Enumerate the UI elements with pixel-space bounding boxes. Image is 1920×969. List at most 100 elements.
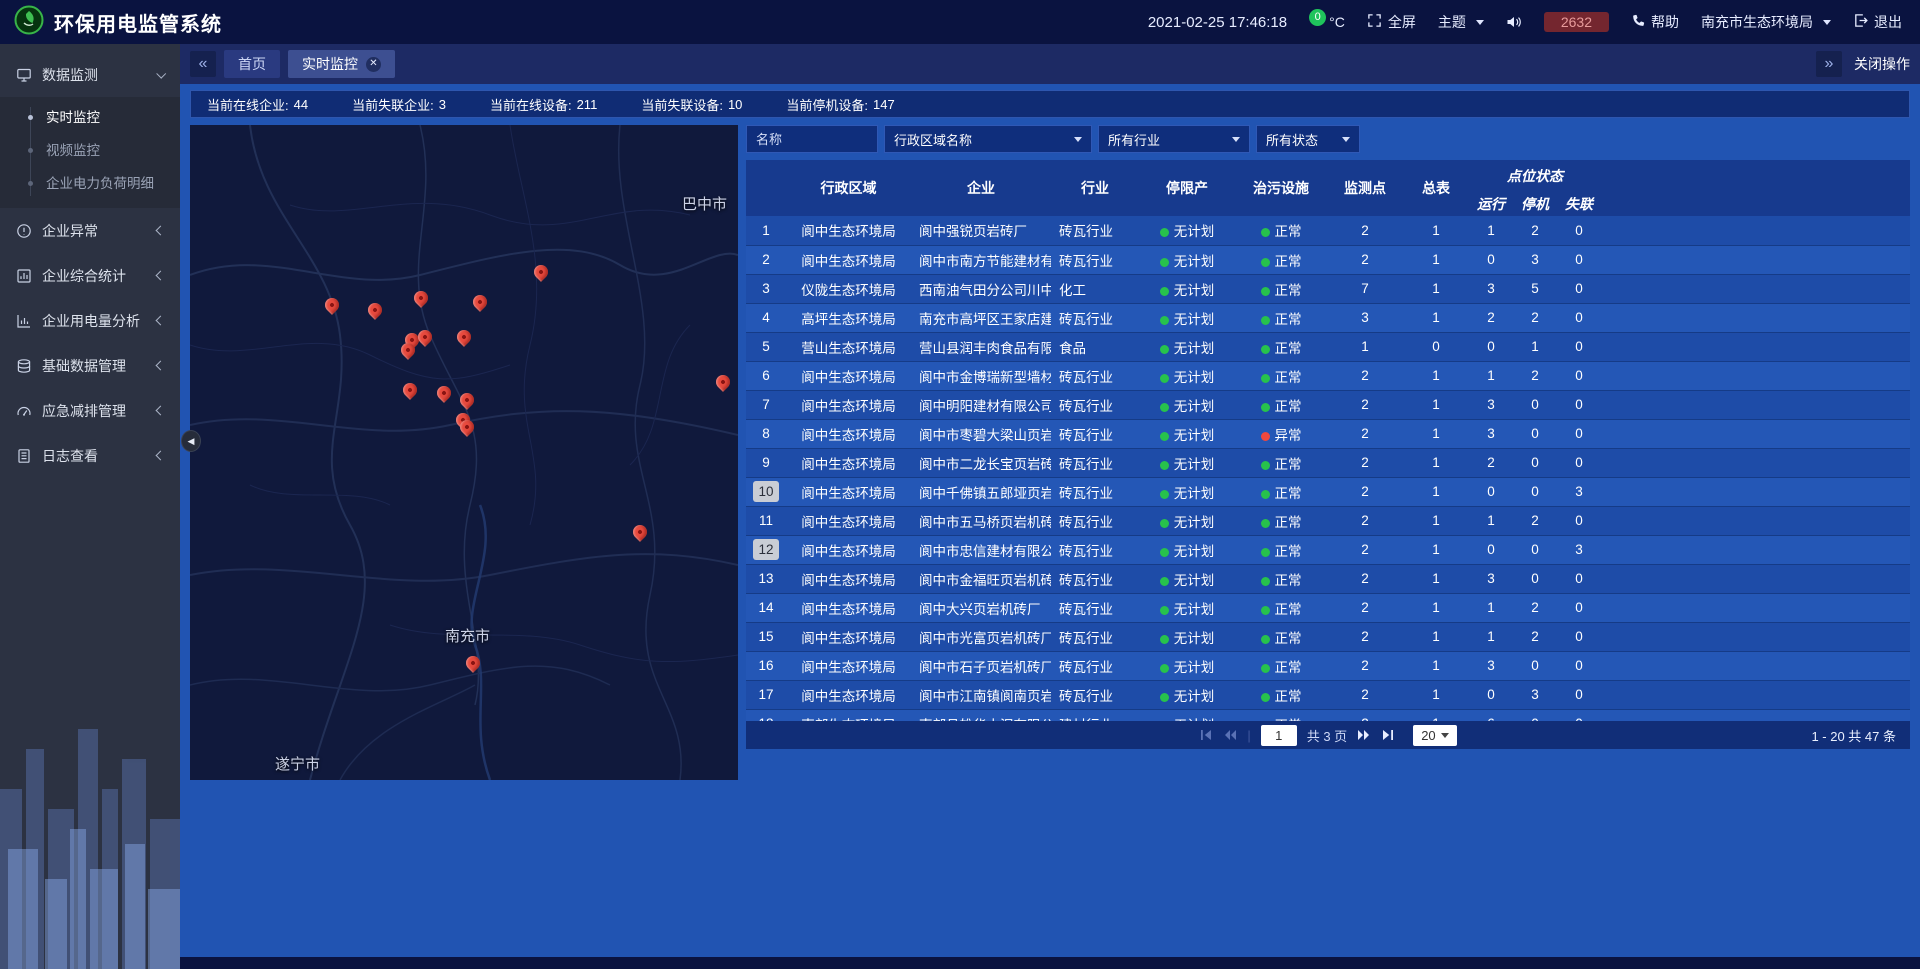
- logout-button[interactable]: 退出: [1853, 12, 1902, 32]
- sidebar-section-power-usage-analysis[interactable]: 企业用电量分析: [0, 298, 180, 343]
- table-row[interactable]: 18南部生态环境局南部县雄华水泥有限公建材行业无计划正常21600: [746, 709, 1910, 721]
- table-row[interactable]: 7阆中生态环境局阆中明阳建材有限公司砖瓦行业无计划正常21300: [746, 390, 1910, 419]
- sidebar-item-power-load-detail[interactable]: 企业电力负荷明细: [0, 167, 180, 200]
- map-pin[interactable]: [457, 330, 471, 344]
- theme-dropdown[interactable]: 主题: [1438, 12, 1484, 32]
- sidebar-section-log-view[interactable]: 日志查看: [0, 433, 180, 478]
- table-row[interactable]: 10阆中生态环境局阆中千佛镇五郎垭页岩砖瓦行业无计划正常21003: [746, 477, 1910, 506]
- sidebar-item-label: 实时监控: [46, 110, 100, 125]
- status-dot-icon: [1261, 519, 1270, 528]
- table-row[interactable]: 8阆中生态环境局阆中市枣碧大梁山页岩砖瓦行业无计划异常21300: [746, 419, 1910, 448]
- tab-realtime-monitor[interactable]: 实时监控 ✕: [288, 50, 395, 78]
- sidebar-section-enterprise-abnormal[interactable]: 企业异常: [0, 208, 180, 253]
- map-pin[interactable]: [403, 383, 417, 397]
- sidebar-section-data-monitoring[interactable]: 数据监测: [0, 52, 180, 97]
- table-row[interactable]: 14阆中生态环境局阆中大兴页岩机砖厂砖瓦行业无计划正常21120: [746, 593, 1910, 622]
- row-number: 15: [753, 626, 778, 647]
- map-pin[interactable]: [437, 386, 451, 400]
- last-page-button[interactable]: [1381, 729, 1395, 741]
- cell-meters: 1: [1403, 535, 1469, 564]
- first-page-button[interactable]: [1199, 729, 1213, 741]
- tab-close-icon[interactable]: ✕: [366, 57, 381, 72]
- table-row[interactable]: 1阆中生态环境局阆中强锐页岩砖厂砖瓦行业无计划正常21120: [746, 216, 1910, 245]
- prev-page-button[interactable]: [1223, 729, 1237, 741]
- cell-restriction: 无计划: [1139, 245, 1235, 274]
- map-pin[interactable]: [466, 656, 480, 670]
- cell-restriction: 无计划: [1139, 709, 1235, 721]
- table-row[interactable]: 16阆中生态环境局阆中市石子页岩机砖厂砖瓦行业无计划正常21300: [746, 651, 1910, 680]
- sidebar-item-video-monitor[interactable]: 视频监控: [0, 134, 180, 167]
- table-row[interactable]: 2阆中生态环境局阆中市南方节能建材有砖瓦行业无计划正常21030: [746, 245, 1910, 274]
- map-pin[interactable]: [460, 393, 474, 407]
- org-label: 南充市生态环境局: [1701, 12, 1813, 32]
- map-pin[interactable]: [368, 303, 382, 317]
- tabs-scroll-left-button[interactable]: «: [190, 51, 216, 77]
- cell-region: 仪陇生态环境局: [786, 274, 911, 303]
- map-pin[interactable]: [401, 343, 415, 357]
- cell-restriction: 无计划: [1139, 680, 1235, 709]
- cell-facility: 正常: [1235, 303, 1327, 332]
- fullscreen-button[interactable]: 全屏: [1367, 12, 1416, 32]
- row-number: 17: [753, 684, 778, 705]
- close-operations-button[interactable]: 关闭操作: [1854, 54, 1910, 74]
- table-row[interactable]: 3仪陇生态环境局西南油气田分公司川中化工无计划正常71350: [746, 274, 1910, 303]
- table-row[interactable]: 6阆中生态环境局阆中市金博瑞新型墙材砖瓦行业无计划正常21120: [746, 361, 1910, 390]
- cell-index: 3: [746, 274, 786, 303]
- row-number: 10: [753, 481, 778, 502]
- table-row[interactable]: 4高坪生态环境局南充市高坪区王家店建砖瓦行业无计划正常31220: [746, 303, 1910, 332]
- map-pin[interactable]: [534, 265, 548, 279]
- next-page-button[interactable]: [1357, 729, 1371, 741]
- map-pin[interactable]: [460, 420, 474, 434]
- cell-monitors: 2: [1327, 216, 1403, 245]
- cell-industry: 砖瓦行业: [1051, 651, 1139, 680]
- name-filter-input[interactable]: [746, 125, 878, 153]
- status-filter-select[interactable]: 所有状态: [1256, 125, 1360, 153]
- page-size-select[interactable]: 20: [1413, 725, 1456, 746]
- map-panel[interactable]: 巴中市南充市遂宁市 ◀: [190, 125, 738, 780]
- speaker-icon[interactable]: [1506, 15, 1522, 29]
- tab-home[interactable]: 首页: [224, 50, 280, 78]
- cell-run: 0: [1469, 680, 1513, 709]
- map-pin[interactable]: [414, 291, 428, 305]
- org-dropdown[interactable]: 南充市生态环境局: [1701, 12, 1831, 32]
- sidebar-section-base-data-management[interactable]: 基础数据管理: [0, 343, 180, 388]
- row-number: 4: [757, 307, 775, 328]
- sidebar-section-label: 企业综合统计: [42, 266, 126, 286]
- table-row[interactable]: 12阆中生态环境局阆中市忠信建材有限公砖瓦行业无计划正常21003: [746, 535, 1910, 564]
- help-button[interactable]: 帮助: [1631, 12, 1679, 32]
- alarm-count-badge[interactable]: 2632: [1544, 12, 1609, 32]
- table-row[interactable]: 15阆中生态环境局阆中市光富页岩机砖厂砖瓦行业无计划正常21120: [746, 622, 1910, 651]
- map-collapse-handle[interactable]: ◀: [181, 430, 201, 452]
- map-pin[interactable]: [418, 330, 432, 344]
- stat-label: 当前在线设备:: [490, 95, 572, 114]
- region-filter-select[interactable]: 行政区域名称: [884, 125, 1092, 153]
- sidebar-item-label: 视频监控: [46, 143, 100, 158]
- sidebar-section-enterprise-statistics[interactable]: 企业综合统计: [0, 253, 180, 298]
- cell-lost: 0: [1557, 274, 1601, 303]
- table-row[interactable]: 11阆中生态环境局阆中市五马桥页岩机砖砖瓦行业无计划正常21120: [746, 506, 1910, 535]
- cell-region: 阆中生态环境局: [786, 390, 911, 419]
- content-body: 当前在线企业:44当前失联企业:3当前在线设备:211当前失联设备:10当前停机…: [180, 84, 1920, 969]
- page-number-input[interactable]: [1261, 725, 1297, 746]
- table-row[interactable]: 17阆中生态环境局阆中市江南镇阆南页岩砖瓦行业无计划正常21030: [746, 680, 1910, 709]
- cell-company: 阆中市江南镇阆南页岩: [911, 680, 1051, 709]
- sidebar-item-realtime-monitor[interactable]: 实时监控: [0, 101, 180, 134]
- table-row[interactable]: 13阆中生态环境局阆中市金福旺页岩机砖砖瓦行业无计划正常21300: [746, 564, 1910, 593]
- tabs-scroll-right-button[interactable]: »: [1816, 51, 1842, 77]
- status-dot-icon: [1160, 519, 1169, 528]
- status-dot-icon: [1261, 606, 1270, 615]
- table-row[interactable]: 9阆中生态环境局阆中市二龙长宝页岩砖砖瓦行业无计划正常21200: [746, 448, 1910, 477]
- sidebar-section-emergency-reduction[interactable]: 应急减排管理: [0, 388, 180, 433]
- table-row[interactable]: 5营山生态环境局营山县润丰肉食品有限食品无计划正常10010: [746, 332, 1910, 361]
- row-number: 14: [753, 597, 778, 618]
- industry-filter-select[interactable]: 所有行业: [1098, 125, 1250, 153]
- cell-facility: 正常: [1235, 332, 1327, 361]
- map-pin[interactable]: [716, 375, 730, 389]
- map-pin[interactable]: [325, 298, 339, 312]
- map-pin[interactable]: [473, 295, 487, 309]
- logout-icon: [1853, 13, 1868, 31]
- table-body-scroll[interactable]: 1阆中生态环境局阆中强锐页岩砖厂砖瓦行业无计划正常211202阆中生态环境局阆中…: [746, 216, 1910, 721]
- tab-label: 首页: [238, 54, 266, 74]
- chevron-left-icon: [156, 271, 166, 281]
- map-pin[interactable]: [633, 525, 647, 539]
